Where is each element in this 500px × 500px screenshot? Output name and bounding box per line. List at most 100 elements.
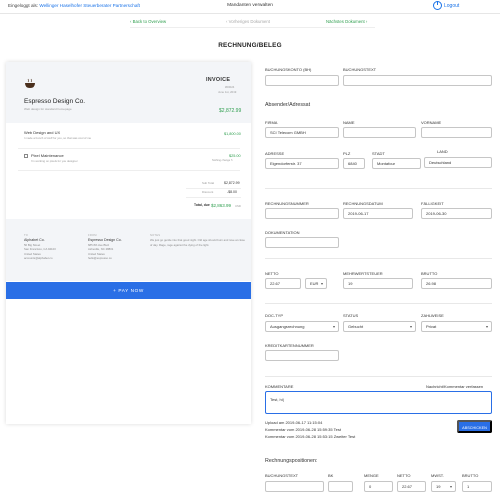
line-item-title: Web Design and UX [24, 130, 61, 135]
dokumentation-input[interactable] [265, 237, 339, 248]
rechnungsnummer-label: RECHNUNGSNUMMER [265, 201, 309, 206]
discount-value: -$8.00 [227, 190, 237, 194]
divider [265, 258, 492, 259]
rechnungsdatum-label: RECHNUNGSDATUM [343, 201, 383, 206]
log-entry: Upload am 2019-06-17 11:15:04 [265, 420, 323, 425]
line-item-desc: I'm working on pixels for you designer [31, 159, 78, 163]
position-mwst-select[interactable]: 19 [431, 481, 456, 492]
stadt-label: STADT [372, 151, 385, 156]
previous-document-link[interactable]: ‹ Vorheriges Dokument [226, 19, 270, 24]
vorname-input[interactable] [421, 127, 492, 138]
col-brutto: BRUTTO [462, 473, 479, 478]
back-to-overview-link[interactable]: ‹ Back to Overview [130, 19, 166, 24]
faelligkeit-label: FÄLLIGKEIT [421, 201, 444, 206]
address-line: accounts@alphabet.co [24, 256, 53, 261]
company-name: Espresso Design Co. [24, 98, 86, 105]
divider [265, 376, 492, 377]
invoice-total: $2,872.99 [219, 108, 242, 114]
app-title: Mandanten verwalten [227, 3, 273, 8]
mwst-input[interactable]: 19 [343, 278, 413, 289]
position-menge-input[interactable]: 0 [364, 481, 393, 492]
buchungstext-input[interactable] [343, 75, 492, 86]
col-netto: NETTO [397, 473, 411, 478]
log-entry: Kommentar vom 2019-06-28 15:59:35 Test [265, 427, 341, 432]
address-line: hello@espresso.co [88, 256, 112, 261]
line-item-note: Nothing change ↻ [212, 159, 234, 162]
rechnungsdatum-input[interactable]: 2019-06-17 [343, 208, 413, 219]
power-icon [433, 1, 442, 10]
stadt-input[interactable]: Montafour [372, 158, 421, 169]
position-bk-input[interactable] [328, 481, 353, 492]
buchungstext-label: BUCHUNGSTEXT [343, 67, 377, 72]
total-due-currency: USD [235, 204, 241, 208]
from-address: FROM Espresso Design Co. 685 8th Ave Blv… [88, 234, 143, 260]
pay-now-button[interactable]: + PAY NOW [6, 282, 251, 299]
faelligkeit-input[interactable]: 2019-06-30 [421, 208, 492, 219]
notes: NOTES We just go gentle into that good n… [150, 234, 245, 247]
send-comment-button[interactable]: ABSCHICKEN [457, 420, 492, 433]
espresso-logo [25, 78, 35, 88]
name-input[interactable] [343, 127, 416, 138]
status-select[interactable]: Gebucht [343, 321, 416, 332]
comment-textarea[interactable]: Test, hi| [265, 391, 492, 414]
netto-label: NETTO [265, 271, 279, 276]
divider [186, 197, 241, 198]
kreditkarte-label: KREDITKARTENNUMMER [265, 343, 314, 348]
col-bk: BK [328, 473, 334, 478]
brutto-input[interactable]: 26.98 [421, 278, 492, 289]
divider [186, 188, 241, 189]
doctyp-select[interactable]: Ausgangsrechnung [265, 321, 339, 332]
logout-button[interactable]: Logout [433, 1, 459, 10]
currency-select[interactable]: EUR [305, 278, 327, 289]
col-mwst: MWST. [431, 473, 444, 478]
invoice-header [6, 62, 251, 123]
position-brutto-input[interactable]: 1 [462, 481, 492, 492]
subtotal-value: $2,872.99 [224, 181, 240, 185]
position-netto-input[interactable]: 22.67 [397, 481, 426, 492]
firma-input[interactable]: SCI Telecom GMBH [265, 127, 339, 138]
divider [18, 148, 240, 149]
zahlweise-label: ZAHLWEISE [421, 313, 444, 318]
col-buchungstext: BUCHUNGSTEXT [265, 473, 299, 478]
company-tagline: Web design for standard homepage [24, 107, 72, 111]
line-item-desc: I made a bunch of stuff for you, so that… [24, 136, 92, 140]
kreditkarte-input[interactable] [265, 350, 339, 361]
line-item-price: $25.00 [229, 154, 241, 158]
line-item-checkbox[interactable] [24, 154, 28, 158]
nav-divider [130, 27, 375, 28]
col-menge: MENGE [364, 473, 379, 478]
land-label: LAND [437, 149, 448, 154]
buchungskonto-label: BUCHUNGSKONTO (BH) [265, 67, 312, 72]
zahlweise-select[interactable]: Privat [421, 321, 492, 332]
mwst-label: MEHRWERTSTEUER [343, 271, 383, 276]
invoice-date: June 1st, 2019 [218, 90, 237, 94]
name-label: NAME [343, 120, 355, 125]
absender-heading: Absender/Adressat [265, 102, 311, 108]
brutto-label: BRUTTO [421, 271, 438, 276]
line-item-title: Pixel Maintenance [31, 153, 64, 158]
discount-label: Discount [202, 190, 214, 194]
total-due-value: $2,863.99 [211, 203, 232, 208]
buchungskonto-input[interactable] [265, 75, 339, 86]
kommentare-label: KOMMENTARE [265, 384, 294, 389]
rechnungsnummer-input[interactable] [265, 208, 339, 219]
position-buchungstext-input[interactable] [265, 481, 324, 492]
plz-input[interactable]: 6840 [343, 158, 365, 169]
divider [18, 170, 240, 171]
total-due-label: Total, due [194, 203, 210, 207]
invoice-preview: Espresso Design Co. Web design for stand… [6, 62, 251, 424]
write-comment-link[interactable]: Nachricht/Kommentar verfassen [426, 384, 483, 389]
adresse-label: ADRESSE [265, 151, 285, 156]
firma-label: FIRMA [265, 120, 278, 125]
vorname-label: VORNAME [421, 120, 442, 125]
dokumentation-label: DOKUMENTATION [265, 230, 300, 235]
log-entry: Kommentar vom 2019-06-28 15:53:15 Zweite… [265, 434, 356, 439]
next-document-link[interactable]: Nächstes Dokument › [326, 19, 367, 24]
notes-text: We just go gentle into that good night. … [150, 238, 245, 247]
adresse-input[interactable]: Eigendorferstr. 37 [265, 158, 339, 169]
status-label: STATUS [343, 313, 359, 318]
subtotal-label: Sub Total [202, 181, 214, 185]
doctyp-label: DOC-TYP [265, 313, 283, 318]
land-input[interactable]: Deutschland [424, 157, 492, 168]
netto-input[interactable]: 22.67 [265, 278, 301, 289]
